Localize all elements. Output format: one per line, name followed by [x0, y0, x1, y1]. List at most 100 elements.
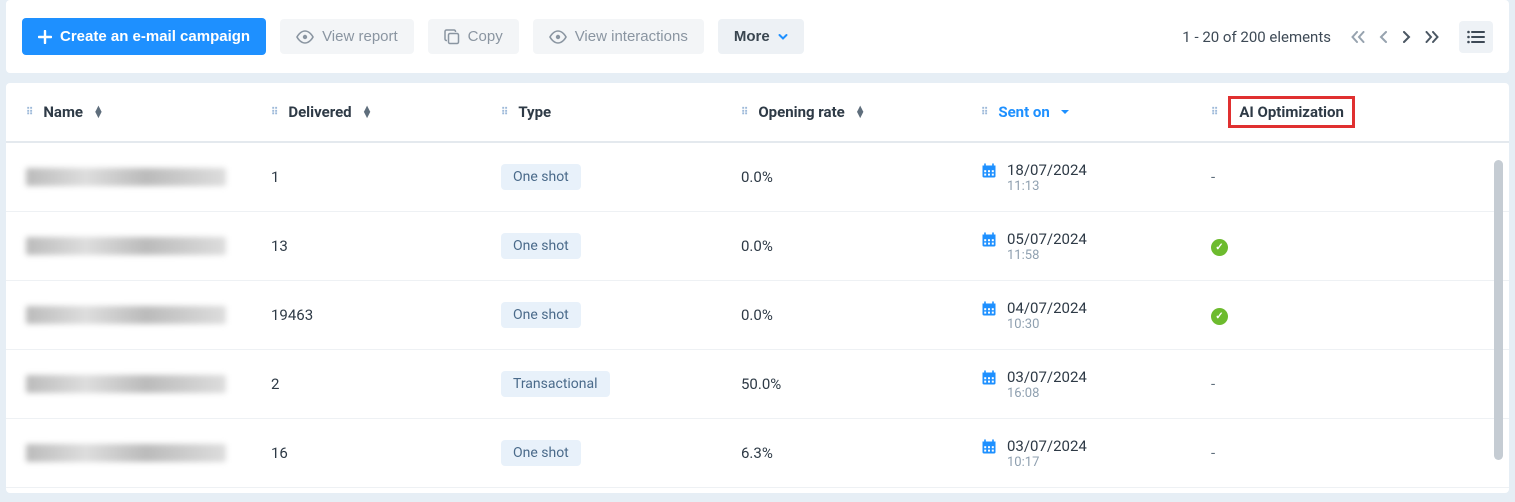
create-campaign-button[interactable]: Create an e-mail campaign — [22, 18, 266, 55]
column-header-type[interactable]: ⠿ Type — [501, 103, 741, 121]
date-value: 04/07/2024 — [1007, 299, 1087, 317]
drag-handle-icon[interactable]: ⠿ — [1211, 107, 1218, 118]
view-interactions-button[interactable]: View interactions — [533, 19, 704, 54]
last-page-button[interactable] — [1423, 29, 1441, 45]
cell-name — [26, 168, 271, 186]
copy-label: Copy — [468, 28, 503, 45]
cell-name — [26, 444, 271, 462]
scrollbar[interactable] — [1494, 160, 1503, 460]
column-delivered-label: Delivered — [288, 103, 351, 121]
cell-sent-on: 04/07/202410:30 — [981, 299, 1211, 332]
type-tag: One shot — [501, 164, 581, 190]
date-value: 05/07/2024 — [1007, 230, 1087, 248]
ai-optimization-highlight: AI Optimization — [1228, 96, 1355, 128]
cell-ai-optimization: ✓ — [1211, 305, 1489, 325]
column-sent-on-label: Sent on — [998, 103, 1049, 121]
campaign-name-blurred — [26, 168, 226, 186]
cell-name — [26, 306, 271, 324]
cell-delivered: 13 — [271, 237, 501, 255]
ai-value: - — [1211, 168, 1215, 186]
view-interactions-label: View interactions — [575, 28, 688, 45]
cell-type: One shot — [501, 164, 741, 190]
view-report-label: View report — [322, 28, 398, 45]
type-tag: One shot — [501, 233, 581, 259]
campaign-name-blurred — [26, 375, 226, 393]
column-rate-label: Opening rate — [758, 103, 844, 121]
table-header-row: ⠿ Name ▲▼ ⠿ Delivered ▲▼ ⠿ Type ⠿ Openin… — [6, 83, 1509, 143]
ai-value: - — [1211, 444, 1215, 462]
cell-opening-rate: 0.0% — [741, 168, 981, 186]
drag-handle-icon[interactable]: ⠿ — [501, 107, 508, 118]
column-header-name[interactable]: ⠿ Name ▲▼ — [26, 103, 271, 121]
sort-icon[interactable]: ▲▼ — [93, 106, 104, 118]
column-ai-label: AI Optimization — [1239, 103, 1344, 121]
toolbar-left-group: Create an e-mail campaign View report Co… — [22, 18, 804, 55]
drag-handle-icon[interactable]: ⠿ — [271, 107, 278, 118]
table-body: 1One shot0.0%18/07/202411:13-13One shot0… — [6, 143, 1509, 488]
copy-button[interactable]: Copy — [428, 19, 519, 54]
calendar-icon — [981, 163, 997, 179]
eye-icon — [296, 30, 314, 44]
list-view-toggle[interactable] — [1459, 21, 1493, 53]
pager — [1349, 29, 1441, 45]
table-row[interactable]: 13One shot0.0%05/07/202411:58✓ — [6, 212, 1509, 281]
column-header-opening-rate[interactable]: ⠿ Opening rate ▲▼ — [741, 103, 981, 121]
date-value: 03/07/2024 — [1007, 368, 1087, 386]
view-report-button[interactable]: View report — [280, 19, 414, 54]
check-icon: ✓ — [1211, 308, 1228, 325]
cell-ai-optimization: - — [1211, 375, 1489, 393]
cell-sent-on: 18/07/202411:13 — [981, 161, 1211, 194]
cell-sent-on: 03/07/202416:08 — [981, 368, 1211, 401]
time-value: 11:58 — [1007, 248, 1087, 263]
sort-icon[interactable]: ▲▼ — [362, 106, 373, 118]
cell-name — [26, 375, 271, 393]
date-value: 18/07/2024 — [1007, 161, 1087, 179]
eye-icon — [549, 30, 567, 44]
drag-handle-icon[interactable]: ⠿ — [981, 107, 988, 118]
sort-desc-icon[interactable] — [1060, 108, 1070, 116]
table-row[interactable]: 2Transactional50.0%03/07/202416:08- — [6, 350, 1509, 419]
column-name-label: Name — [43, 103, 83, 121]
toolbar: Create an e-mail campaign View report Co… — [6, 0, 1509, 73]
cell-name — [26, 237, 271, 255]
type-tag: One shot — [501, 302, 581, 328]
column-header-sent-on[interactable]: ⠿ Sent on — [981, 103, 1211, 121]
cell-delivered: 19463 — [271, 306, 501, 324]
type-tag: Transactional — [501, 371, 610, 397]
first-page-button[interactable] — [1349, 29, 1367, 45]
calendar-icon — [981, 301, 997, 317]
copy-icon — [444, 29, 460, 45]
campaign-table: ⠿ Name ▲▼ ⠿ Delivered ▲▼ ⠿ Type ⠿ Openin… — [6, 83, 1509, 493]
table-row[interactable]: 19463One shot0.0%04/07/202410:30✓ — [6, 281, 1509, 350]
drag-handle-icon[interactable]: ⠿ — [26, 107, 33, 118]
cell-type: One shot — [501, 440, 741, 466]
cell-ai-optimization: ✓ — [1211, 236, 1489, 256]
more-button[interactable]: More — [718, 19, 804, 54]
toolbar-right-group: 1 - 20 of 200 elements — [1182, 21, 1493, 53]
column-header-delivered[interactable]: ⠿ Delivered ▲▼ — [271, 103, 501, 121]
cell-ai-optimization: - — [1211, 444, 1489, 462]
sort-icon[interactable]: ▲▼ — [855, 106, 866, 118]
create-campaign-label: Create an e-mail campaign — [60, 28, 250, 45]
drag-handle-icon[interactable]: ⠿ — [741, 107, 748, 118]
table-row[interactable]: 16One shot6.3%03/07/202410:17- — [6, 419, 1509, 488]
cell-opening-rate: 0.0% — [741, 306, 981, 324]
column-header-ai-optimization[interactable]: ⠿ AI Optimization — [1211, 96, 1489, 128]
ai-value: - — [1211, 375, 1215, 393]
calendar-icon — [981, 232, 997, 248]
cell-delivered: 1 — [271, 168, 501, 186]
time-value: 10:30 — [1007, 317, 1087, 332]
cell-opening-rate: 50.0% — [741, 375, 981, 393]
plus-icon — [38, 30, 52, 44]
campaign-name-blurred — [26, 306, 226, 324]
table-row[interactable]: 1One shot 0.0%18/07/202411:13- — [6, 143, 1509, 212]
next-page-button[interactable] — [1400, 29, 1413, 45]
cell-type: Transactional — [501, 371, 741, 397]
list-icon — [1467, 30, 1485, 44]
prev-page-button[interactable] — [1377, 29, 1390, 45]
time-value: 16:08 — [1007, 386, 1087, 401]
check-icon: ✓ — [1211, 239, 1228, 256]
cell-delivered: 2 — [271, 375, 501, 393]
cell-delivered: 16 — [271, 444, 501, 462]
campaign-name-blurred — [26, 444, 226, 462]
